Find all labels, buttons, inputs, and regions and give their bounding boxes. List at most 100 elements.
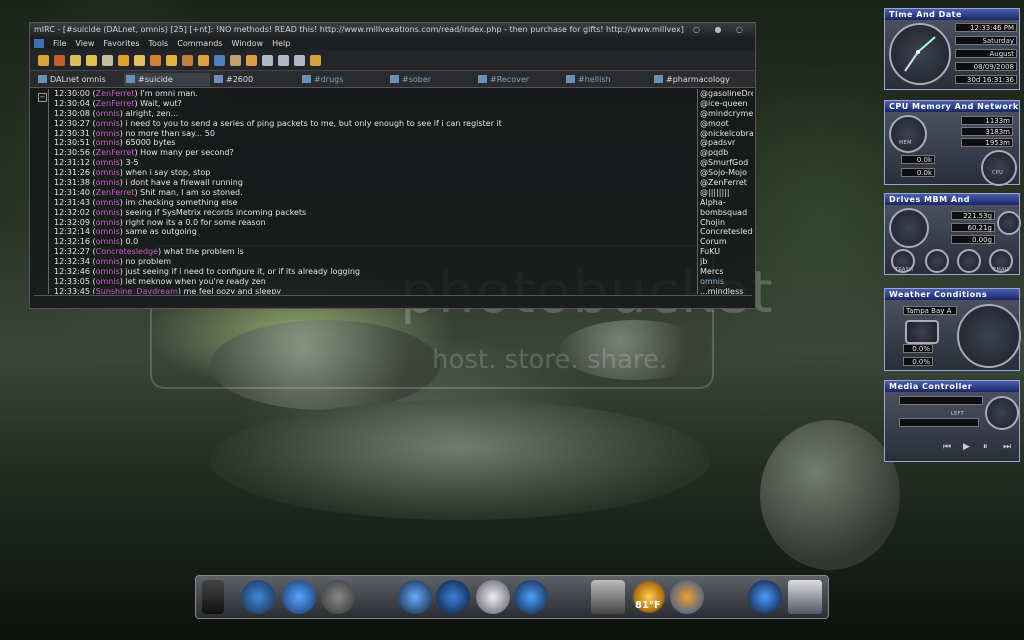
help-icon[interactable] <box>310 54 321 66</box>
channels-folder-icon[interactable] <box>86 54 97 66</box>
nick-list[interactable]: @gasolineDre @ice-queen @mindcryme @moot @ni… <box>697 89 753 294</box>
play-button[interactable]: ▶ <box>963 442 970 452</box>
nick-list-item[interactable]: @gasolineDre <box>698 89 753 99</box>
next-track-button[interactable]: ⏭ <box>1003 442 1011 452</box>
menu-favorites[interactable]: Favorites <box>103 37 139 50</box>
send-file-icon[interactable] <box>134 54 145 66</box>
nick-list-item[interactable]: @ice-queen <box>698 99 753 109</box>
message-nick[interactable]: ZenFerret <box>96 188 135 197</box>
cascade-windows-icon[interactable] <box>278 54 289 66</box>
message-nick[interactable]: ZenFerret <box>96 89 135 98</box>
url-catcher-icon[interactable] <box>214 54 225 66</box>
message-nick[interactable]: omnis <box>96 257 120 266</box>
media-center-icon[interactable] <box>321 580 355 614</box>
window-control-buttons[interactable]: ○ ● ○ <box>693 23 749 37</box>
tile-windows-icon[interactable] <box>262 54 273 66</box>
received-files-icon[interactable] <box>166 54 177 66</box>
nick-list-item[interactable]: @padsvr <box>698 138 753 148</box>
colors-icon[interactable] <box>246 54 257 66</box>
menu-view[interactable]: View <box>75 37 94 50</box>
desktop-window-icon[interactable] <box>788 580 822 614</box>
message-nick[interactable]: omnis <box>96 227 120 236</box>
pause-button[interactable]: ⏸ <box>983 442 988 452</box>
tab-channel-recover[interactable]: #Recover <box>476 73 562 86</box>
menu-tools[interactable]: Tools <box>149 37 169 50</box>
menu-commands[interactable]: Commands <box>177 37 222 50</box>
nick-list-item[interactable]: @mindcryme <box>698 109 753 119</box>
camera-icon[interactable] <box>591 580 625 614</box>
nick-list-item[interactable]: @Sojo-Mojo <box>698 168 753 178</box>
tab-channel-drugs[interactable]: #drugs <box>300 73 386 86</box>
message-nick[interactable]: omnis <box>96 158 120 167</box>
shortcut-gauge-icon[interactable] <box>957 249 981 273</box>
collapse-toggle[interactable]: − <box>38 93 47 102</box>
message-nick[interactable]: Concretesledge <box>96 247 158 256</box>
message-nick[interactable]: omnis <box>96 267 120 276</box>
nick-list-item[interactable]: @|||||||| <box>698 188 753 198</box>
message-nick[interactable]: omnis <box>96 109 120 118</box>
message-nick[interactable]: omnis <box>96 119 120 128</box>
message-nick[interactable]: omnis <box>96 277 120 286</box>
window-titlebar[interactable]: mIRC - [#suicide (DALnet, omnis) [25] [+… <box>30 23 755 37</box>
message-nick[interactable]: omnis <box>96 208 120 217</box>
script-editor-icon[interactable] <box>118 54 129 66</box>
disconnect-icon[interactable] <box>54 54 65 66</box>
media-player-icon[interactable] <box>514 580 548 614</box>
star-favorites-icon[interactable] <box>282 580 316 614</box>
nick-list-item[interactable]: @SmurfGod <box>698 158 753 168</box>
nick-list-item[interactable]: @ZenFerret <box>698 178 753 188</box>
arrange-icons-icon[interactable] <box>294 54 305 66</box>
shortcut-gauge-icon[interactable] <box>925 249 949 273</box>
message-nick[interactable]: omnis <box>96 237 120 246</box>
nick-list-item[interactable]: Concretesledg <box>698 227 753 237</box>
mirc-app-icon[interactable] <box>34 39 44 48</box>
tab-channel-pharmacology[interactable]: #pharmacology <box>652 73 738 86</box>
message-nick[interactable]: omnis <box>96 198 120 207</box>
mirc-window[interactable]: mIRC - [#suicide (DALnet, omnis) [25] [+… <box>29 22 756 309</box>
settings-gear-icon[interactable] <box>241 580 275 614</box>
nick-list-item[interactable]: FuKU <box>698 247 753 257</box>
nick-list-item[interactable]: @pqdb <box>698 148 753 158</box>
messenger-icon[interactable] <box>436 580 470 614</box>
start-orb-icon[interactable] <box>748 580 782 614</box>
message-nick[interactable]: omnis <box>96 138 120 147</box>
chat-icon[interactable] <box>150 54 161 66</box>
message-input[interactable] <box>34 295 752 306</box>
menu-file[interactable]: File <box>53 37 66 50</box>
timer-icon[interactable] <box>230 54 241 66</box>
connect-icon[interactable] <box>38 54 49 66</box>
nick-list-item[interactable]: Corum <box>698 237 753 247</box>
nick-list-item[interactable]: Alpha- <box>698 198 753 208</box>
tab-channel-2600[interactable]: #2600 <box>212 73 298 86</box>
message-nick[interactable]: Sunshine_Daydream <box>96 287 178 294</box>
message-nick[interactable]: omnis <box>96 178 120 187</box>
logs-icon[interactable] <box>182 54 193 66</box>
pc-tower-icon[interactable] <box>202 580 224 614</box>
nick-list-item[interactable]: jb <box>698 257 753 267</box>
network-globe-icon[interactable] <box>398 580 432 614</box>
volume-dial[interactable] <box>985 396 1019 430</box>
nick-list-item[interactable]: omnis <box>698 277 753 287</box>
menu-window[interactable]: Window <box>232 37 264 50</box>
channel-text-area[interactable]: − 12:30:00 (ZenFerret) I'm omni man. 12:3… <box>34 89 694 294</box>
prev-track-button[interactable]: ⏮ <box>943 442 951 452</box>
address-book-icon[interactable] <box>102 54 113 66</box>
menu-help[interactable]: Help <box>272 37 290 50</box>
nick-list-item[interactable]: @nickelcobra <box>698 129 753 139</box>
message-nick[interactable]: omnis <box>96 168 120 177</box>
message-nick[interactable]: ZenFerret <box>96 148 135 157</box>
notify-icon[interactable] <box>198 54 209 66</box>
nick-list-item[interactable]: Mercs <box>698 267 753 277</box>
nick-list-item[interactable]: bombsquad <box>698 208 753 218</box>
disc-burner-icon[interactable] <box>476 580 510 614</box>
tab-channel-hellish[interactable]: #hellish <box>564 73 650 86</box>
message-nick[interactable]: omnis <box>96 129 120 138</box>
tab-channel-suicide[interactable]: #suicide <box>124 72 210 86</box>
nick-list-item[interactable]: @moot <box>698 119 753 129</box>
tab-server-dalnet[interactable]: DALnet omnis <box>36 73 122 86</box>
nick-list-item[interactable]: Chojin <box>698 218 753 228</box>
options-icon[interactable] <box>70 54 81 66</box>
nick-list-item[interactable]: ...mindless <box>698 287 753 294</box>
system-tools-icon[interactable] <box>670 580 704 614</box>
message-nick[interactable]: omnis <box>96 218 120 227</box>
